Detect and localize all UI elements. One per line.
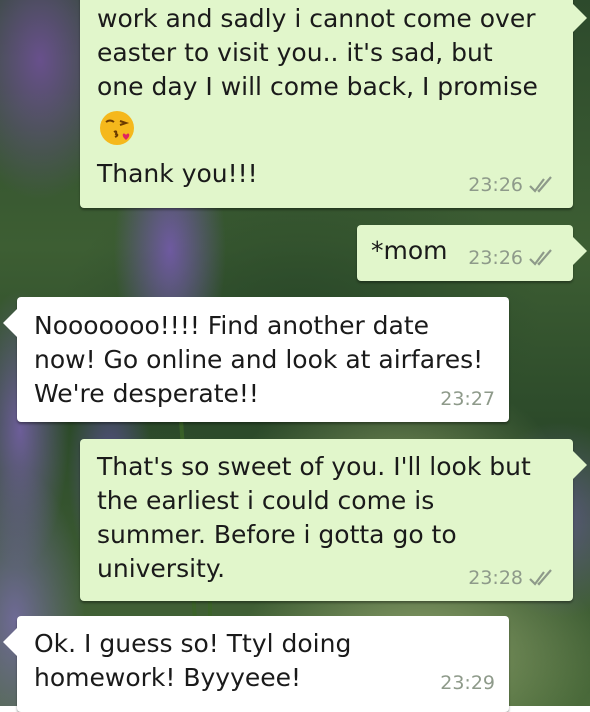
message-text: Ok. I guess so! Ttyl doing homework! Byy… — [34, 629, 352, 692]
message-meta: 23:28 — [468, 561, 559, 595]
outgoing-message[interactable]: That's so sweet of you. I'll look but th… — [80, 439, 587, 601]
message-meta: 23:26 — [468, 241, 559, 275]
message-meta: 23:27 — [440, 382, 495, 416]
kiss-emoji-icon — [100, 111, 134, 145]
double-check-icon — [529, 569, 552, 586]
message-time: 23:29 — [440, 672, 495, 694]
message-text: Nooooooo!!!! Find another date now! Go o… — [34, 311, 484, 408]
incoming-message[interactable]: Nooooooo!!!! Find another date now! Go o… — [3, 297, 509, 422]
message-meta: 23:26 — [468, 168, 559, 202]
message-time: 23:26 — [468, 247, 523, 269]
double-check-icon — [529, 249, 552, 266]
message-time: 23:28 — [468, 567, 523, 589]
message-time: 23:26 — [468, 174, 523, 196]
incoming-message[interactable]: Ok. I guess so! Ttyl doing homework! Byy… — [3, 616, 509, 712]
message-meta: 23:29 — [440, 666, 495, 700]
double-check-icon — [529, 176, 552, 193]
message-text: work and sadly i cannot come over easter… — [97, 4, 538, 101]
outgoing-message[interactable]: *mom 23:26 — [357, 225, 587, 281]
message-time: 23:27 — [440, 388, 495, 410]
outgoing-message[interactable]: work and sadly i cannot come over easter… — [80, 0, 587, 208]
